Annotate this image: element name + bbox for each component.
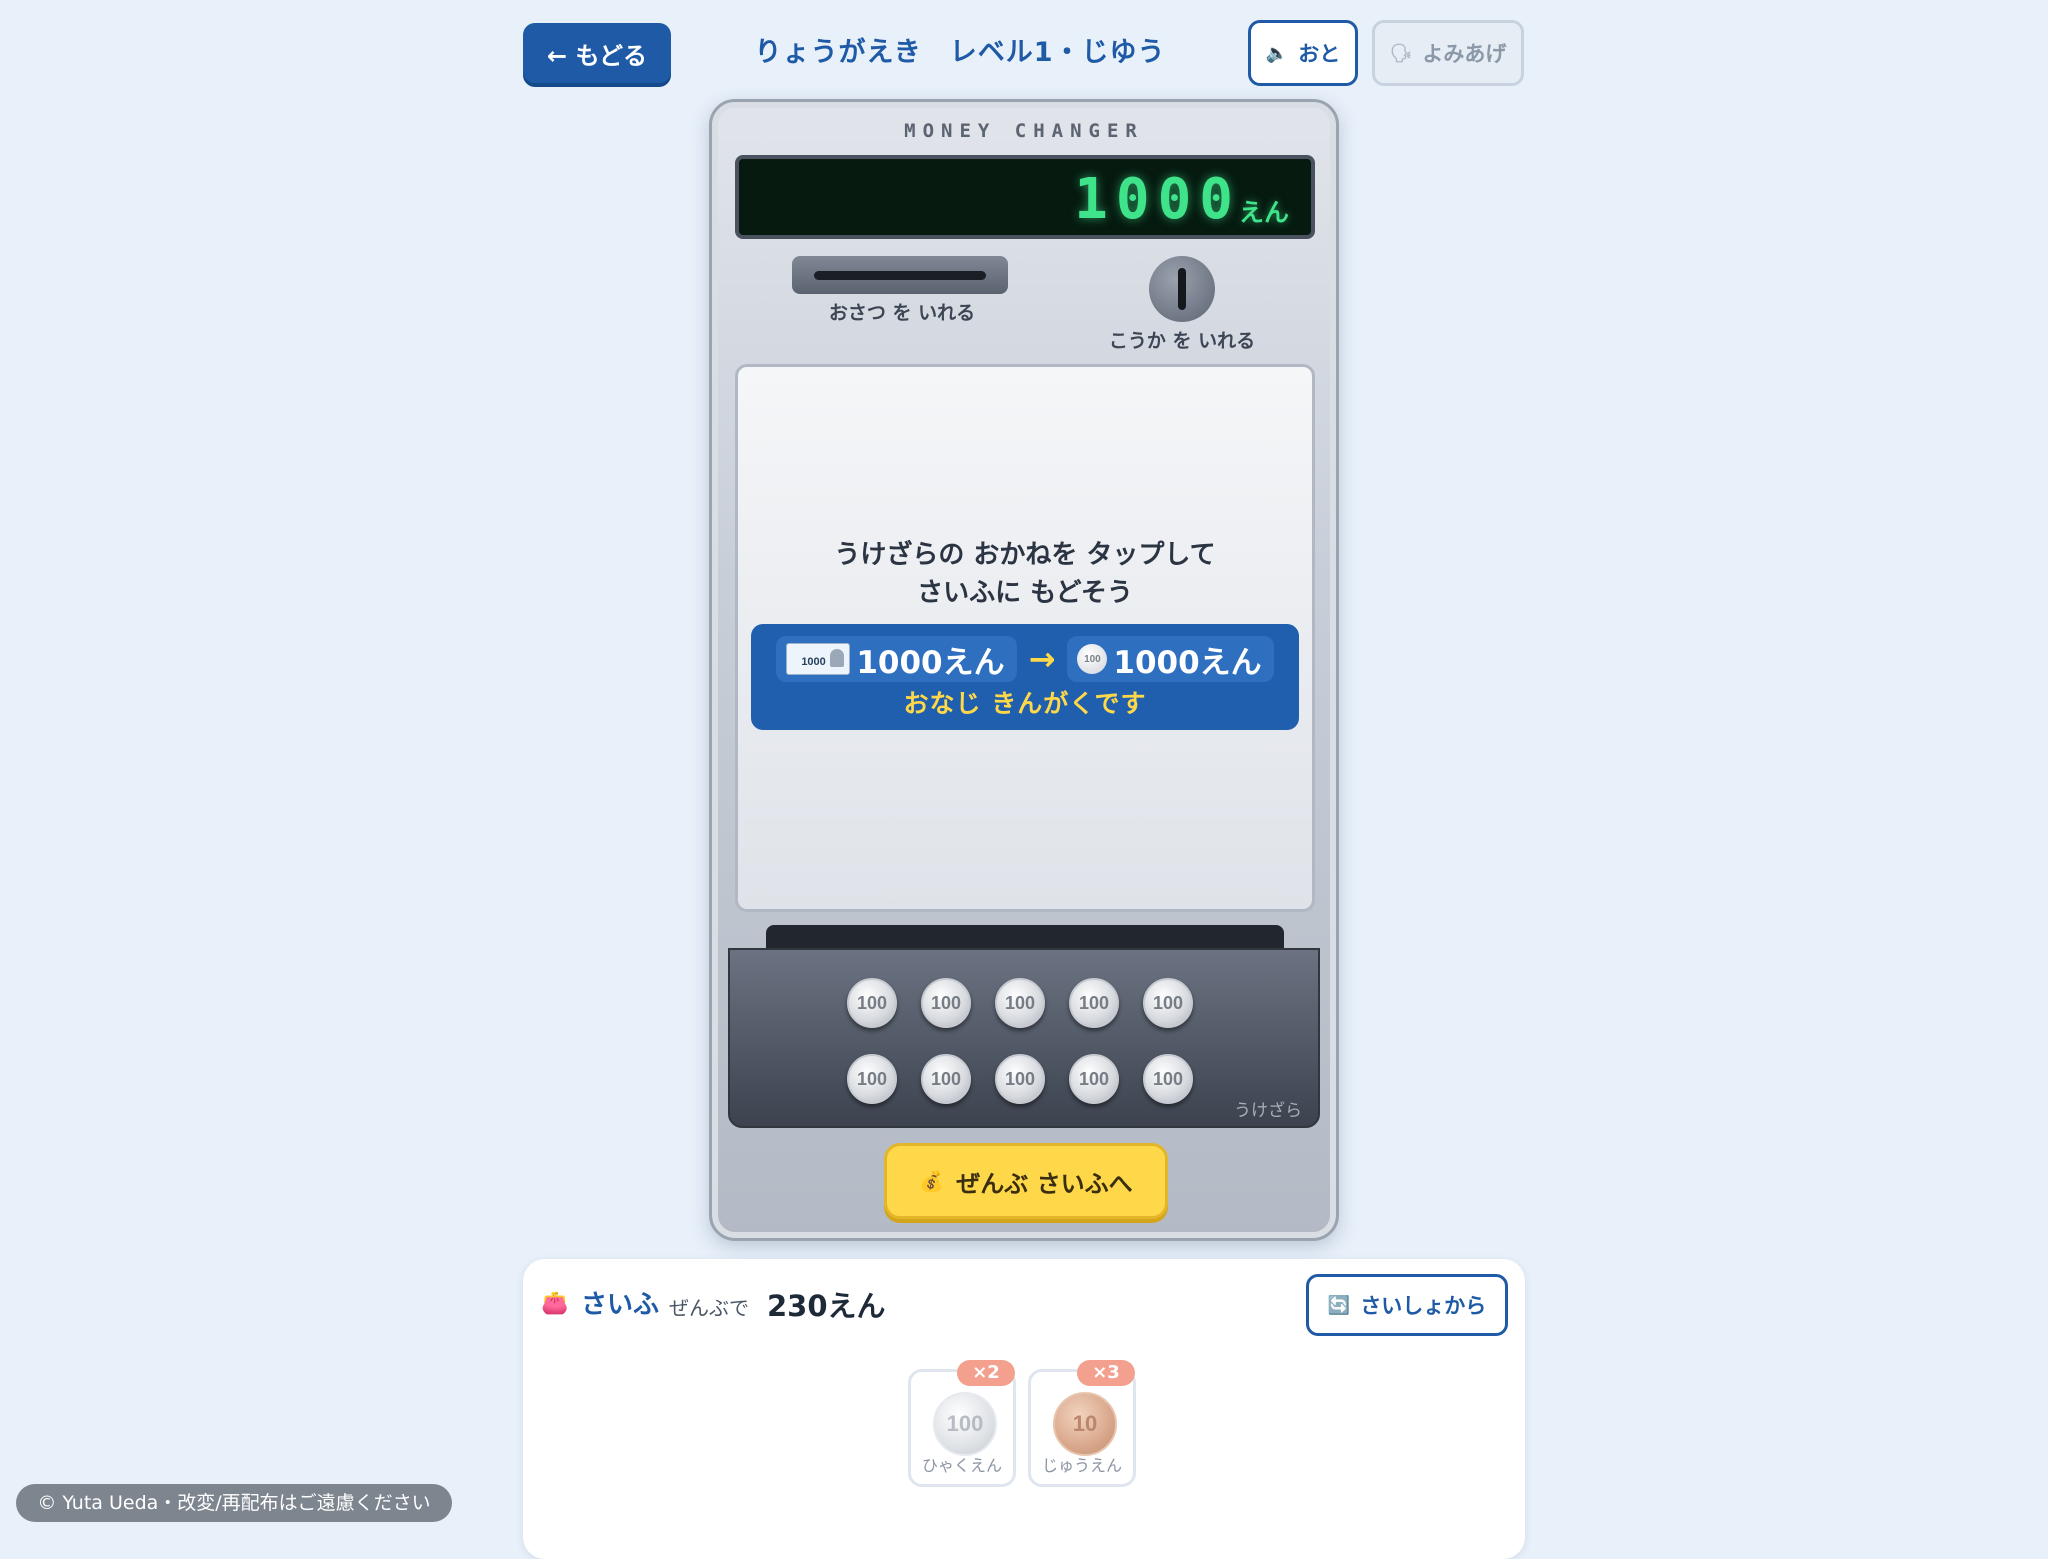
read-aloud-label: よみあげ	[1422, 42, 1507, 66]
wallet-item-100yen[interactable]: 100 ひゃくえん ×2	[908, 1360, 1016, 1487]
wallet-item-name: じゅうえん	[1041, 1456, 1122, 1475]
wallet-title: さいふ	[581, 1290, 660, 1320]
tray-coin-100[interactable]: 100	[847, 978, 897, 1028]
restart-button[interactable]: 🔄 さいしょから	[1306, 1274, 1508, 1336]
copyright-notice: © Yuta Ueda・改変/再配布はご遠慮ください	[16, 1484, 452, 1522]
tray-coin-100[interactable]: 100	[1143, 978, 1193, 1028]
bill-slot-label: おさつ を いれる	[828, 302, 976, 324]
tray-coin-100[interactable]: 100	[847, 1054, 897, 1104]
exchange-to-amount: 1000えん	[1113, 644, 1262, 681]
display-unit: えん	[1238, 198, 1289, 227]
wallet-panel: 👛 さいふ ぜんぶで 230えん 🔄 さいしょから 100 ひゃくえん ×2 1…	[523, 1259, 1525, 1559]
coin-slot-opening	[1178, 268, 1186, 310]
tray-coin-100[interactable]: 100	[1069, 1054, 1119, 1104]
amount-display: 1000 えん	[735, 155, 1315, 239]
back-button[interactable]: ← もどる	[523, 23, 671, 83]
back-button-label: ← もどる	[547, 41, 647, 70]
exchange-result-box: 1000 1000えん → 100 1000えん おなじ きんがくです	[751, 624, 1299, 730]
bill-icon-value: 1000	[801, 656, 826, 668]
coin-10-icon: 10	[1053, 1392, 1117, 1456]
instruction-text: うけざらの おかねを タップして さいふに もどそう	[738, 536, 1312, 612]
bill-slot-opening	[814, 271, 986, 280]
tray-coin-100[interactable]: 100	[921, 1054, 971, 1104]
display-amount: 1000	[1074, 167, 1241, 232]
tray-coin-100[interactable]: 100	[995, 978, 1045, 1028]
collect-all-button[interactable]: 💰 ぜんぶ さいふへ	[884, 1143, 1168, 1219]
collect-all-label: ぜんぶ さいふへ	[956, 1169, 1133, 1198]
read-aloud-button[interactable]: 🗣 よみあげ	[1372, 20, 1524, 86]
machine-label: MONEY CHANGER	[904, 120, 1144, 142]
coin-tray: 100 100 100 100 100 100 100 100 100 100 …	[728, 948, 1320, 1128]
speaking-head-icon: 🗣	[1389, 42, 1413, 64]
tray-coin-100[interactable]: 100	[1143, 1054, 1193, 1104]
tray-coin-100[interactable]: 100	[921, 978, 971, 1028]
bill-slot[interactable]	[792, 256, 1008, 294]
exchange-from-amount: 1000えん	[856, 644, 1005, 681]
money-changer-machine: MONEY CHANGER 1000 えん おさつ を いれる こうか を いれ…	[709, 99, 1339, 1241]
tray-label: うけざら	[1234, 1101, 1302, 1121]
money-bag-icon: 💰	[919, 1169, 945, 1193]
tray-coin-100[interactable]: 100	[1069, 978, 1119, 1028]
instruction-line-1: うけざらの おかねを タップして	[834, 540, 1216, 570]
wallet-subtitle: ぜんぶで	[669, 1296, 749, 1320]
page-title: りょうがえき レベル1・じゆう	[754, 37, 1166, 68]
count-badge: ×3	[1077, 1360, 1135, 1386]
purse-icon: 👛	[541, 1291, 569, 1316]
refresh-icon: 🔄	[1327, 1294, 1351, 1316]
sound-toggle-button[interactable]: 🔈 おと	[1248, 20, 1358, 86]
sound-label: おと	[1298, 42, 1341, 66]
wallet-item-name: ひゃくえん	[921, 1456, 1002, 1475]
coin-100-icon: 100	[1077, 644, 1108, 674]
exchange-to-pill: 100 1000えん	[1067, 636, 1274, 682]
restart-label: さいしょから	[1360, 1294, 1487, 1318]
exchange-caption: おなじ きんがくです	[903, 689, 1147, 718]
wallet-item-10yen[interactable]: 10 じゅうえん ×3	[1028, 1360, 1136, 1487]
instruction-line-2: さいふに もどそう	[917, 578, 1133, 608]
exchange-from-pill: 1000 1000えん	[776, 636, 1017, 682]
coin-slot[interactable]	[1149, 256, 1215, 322]
bill-icon: 1000	[786, 643, 851, 675]
message-panel: うけざらの おかねを タップして さいふに もどそう 1000 1000えん →…	[735, 364, 1315, 912]
tray-coin-100[interactable]: 100	[995, 1054, 1045, 1104]
count-badge: ×2	[957, 1360, 1015, 1386]
bill-portrait	[830, 649, 845, 667]
coin-slot-label: こうか を いれる	[1108, 330, 1256, 352]
coin-100-icon: 100	[933, 1392, 997, 1456]
right-arrow-icon: →	[1028, 640, 1056, 678]
wallet-total: 230えん	[767, 1289, 886, 1323]
exchange-row: 1000 1000えん → 100 1000えん	[751, 636, 1299, 682]
speaker-icon: 🔈	[1265, 42, 1289, 64]
